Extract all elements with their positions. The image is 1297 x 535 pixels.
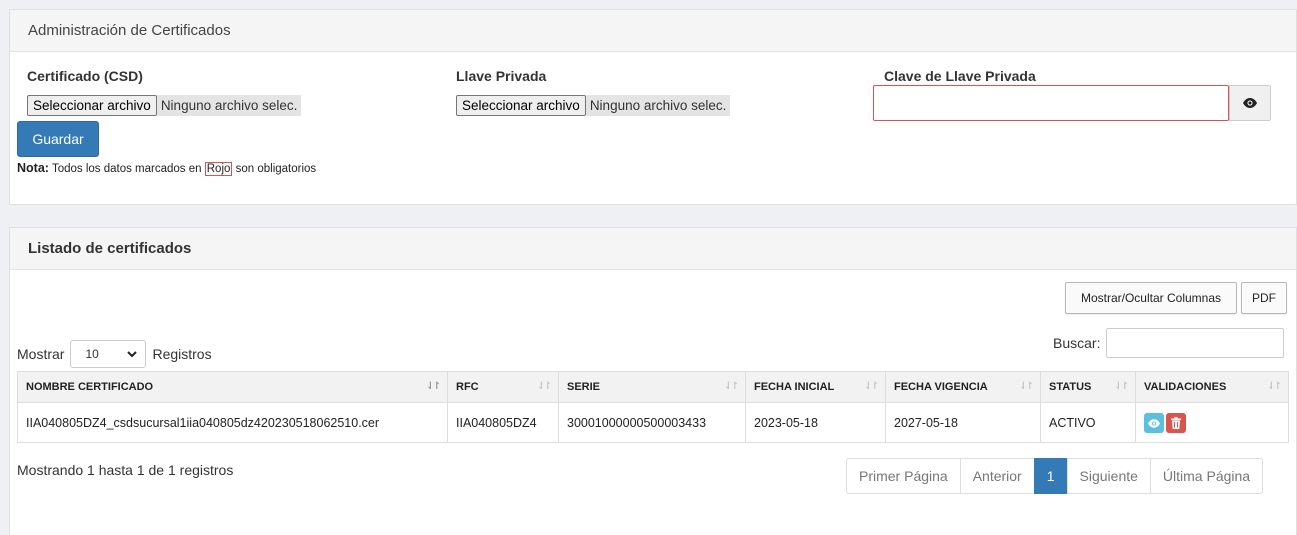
panel-title: Administración de Certificados	[10, 10, 1296, 52]
toggle-password-button[interactable]	[1229, 85, 1271, 121]
col-header-rfc[interactable]: RFC ⇃↾	[447, 371, 559, 403]
pagination: Primer Página Anterior 1 Siguiente Últim…	[846, 458, 1264, 494]
col-header-fecha-vigencia[interactable]: FECHA VIGENCIA ⇃↾	[885, 371, 1041, 403]
view-button[interactable]	[1144, 412, 1164, 433]
page-length-control: Mostrar 10 Registros	[17, 340, 212, 368]
delete-button[interactable]	[1166, 412, 1186, 433]
cell-fecha-vigencia: 2027-05-18	[885, 402, 1041, 443]
save-button[interactable]: Guardar	[17, 121, 99, 157]
toggle-columns-button[interactable]: Mostrar/Ocultar Columnas	[1065, 282, 1237, 314]
sort-icon: ⇃↾	[864, 381, 879, 392]
page-last-button[interactable]: Última Página	[1149, 458, 1264, 494]
search-input[interactable]	[1106, 328, 1285, 358]
note-text: Todos los datos marcados en	[51, 163, 202, 175]
col-header-status[interactable]: STATUS ⇃↾	[1040, 371, 1136, 403]
rojo-marker: Rojo	[204, 162, 233, 176]
page-next-button[interactable]: Siguiente	[1066, 458, 1151, 494]
list-title: Listado de certificados	[10, 228, 1296, 270]
cell-status: ACTIVO	[1040, 402, 1136, 443]
certificado-file-input[interactable]: Seleccionar archivo Ninguno archivo sele…	[27, 94, 302, 116]
note-label: Nota:	[17, 161, 49, 175]
certificado-label: Certificado (CSD)	[27, 68, 143, 84]
page-length-select[interactable]: 10	[70, 340, 147, 368]
col-header-serie[interactable]: SERIE ⇃↾	[558, 371, 746, 403]
cell-nombre: IIA040805DZ4_csdsucursal1iia040805dz4202…	[17, 402, 448, 443]
show-label: Mostrar	[17, 346, 65, 362]
required-note: Nota: Todos los datos marcados en Rojo s…	[17, 161, 317, 176]
chevron-down-icon	[127, 347, 138, 361]
search-label: Buscar:	[1053, 335, 1101, 351]
eye-icon	[1148, 416, 1160, 430]
page-prev-button[interactable]: Anterior	[959, 458, 1035, 494]
cell-validaciones	[1135, 402, 1289, 443]
sort-icon: ⇃↾	[537, 381, 552, 392]
clave-password-input[interactable]	[873, 85, 1229, 121]
certificado-file-status: Ninguno archivo selec.	[156, 94, 302, 116]
records-label: Registros	[152, 346, 212, 362]
cell-serie: 30001000000500003433	[558, 402, 746, 443]
eye-icon	[1243, 96, 1257, 111]
cell-rfc: IIA040805DZ4	[447, 402, 559, 443]
sort-icon: ⇃↾	[724, 381, 739, 392]
llave-file-input[interactable]: Seleccionar archivo Ninguno archivo sele…	[456, 94, 731, 116]
col-header-nombre[interactable]: NOMBRE CERTIFICADO ⇃↾	[17, 371, 448, 403]
llave-file-button[interactable]: Seleccionar archivo	[456, 94, 586, 116]
page-first-button[interactable]: Primer Página	[846, 458, 961, 494]
cell-fecha-inicial: 2023-05-18	[745, 402, 886, 443]
llave-file-status: Ninguno archivo selec.	[585, 94, 731, 116]
pdf-export-button[interactable]: PDF	[1241, 282, 1287, 314]
trash-icon	[1171, 416, 1181, 430]
search-control: Buscar:	[1053, 328, 1285, 358]
sort-icon: ⇃↾	[1019, 381, 1034, 392]
clave-llave-label: Clave de Llave Privada	[884, 68, 1036, 84]
note-text-end: son obligatorios	[235, 163, 317, 175]
sort-icon: ⇃↾	[426, 381, 441, 392]
certificado-file-button[interactable]: Seleccionar archivo	[27, 94, 157, 116]
llave-privada-label: Llave Privada	[456, 68, 547, 84]
table-row: IIA040805DZ4_csdsucursal1iia040805dz4202…	[17, 402, 1289, 443]
page-1-button[interactable]: 1	[1033, 458, 1068, 494]
sort-icon: ⇃↾	[1114, 381, 1129, 392]
table-header-row: NOMBRE CERTIFICADO ⇃↾ RFC ⇃↾ SERIE ⇃↾ FECHA…	[17, 371, 1289, 403]
certificates-table: NOMBRE CERTIFICADO ⇃↾ RFC ⇃↾ SERIE ⇃↾ FECHA…	[17, 371, 1289, 443]
table-info: Mostrando 1 hasta 1 de 1 registros	[17, 462, 234, 478]
sort-icon: ⇃↾	[1267, 381, 1282, 392]
col-header-fecha-inicial[interactable]: FECHA INICIAL ⇃↾	[745, 371, 886, 403]
page-length-value: 10	[85, 347, 99, 361]
col-header-validaciones[interactable]: VALIDACIONES ⇃↾	[1135, 371, 1289, 403]
